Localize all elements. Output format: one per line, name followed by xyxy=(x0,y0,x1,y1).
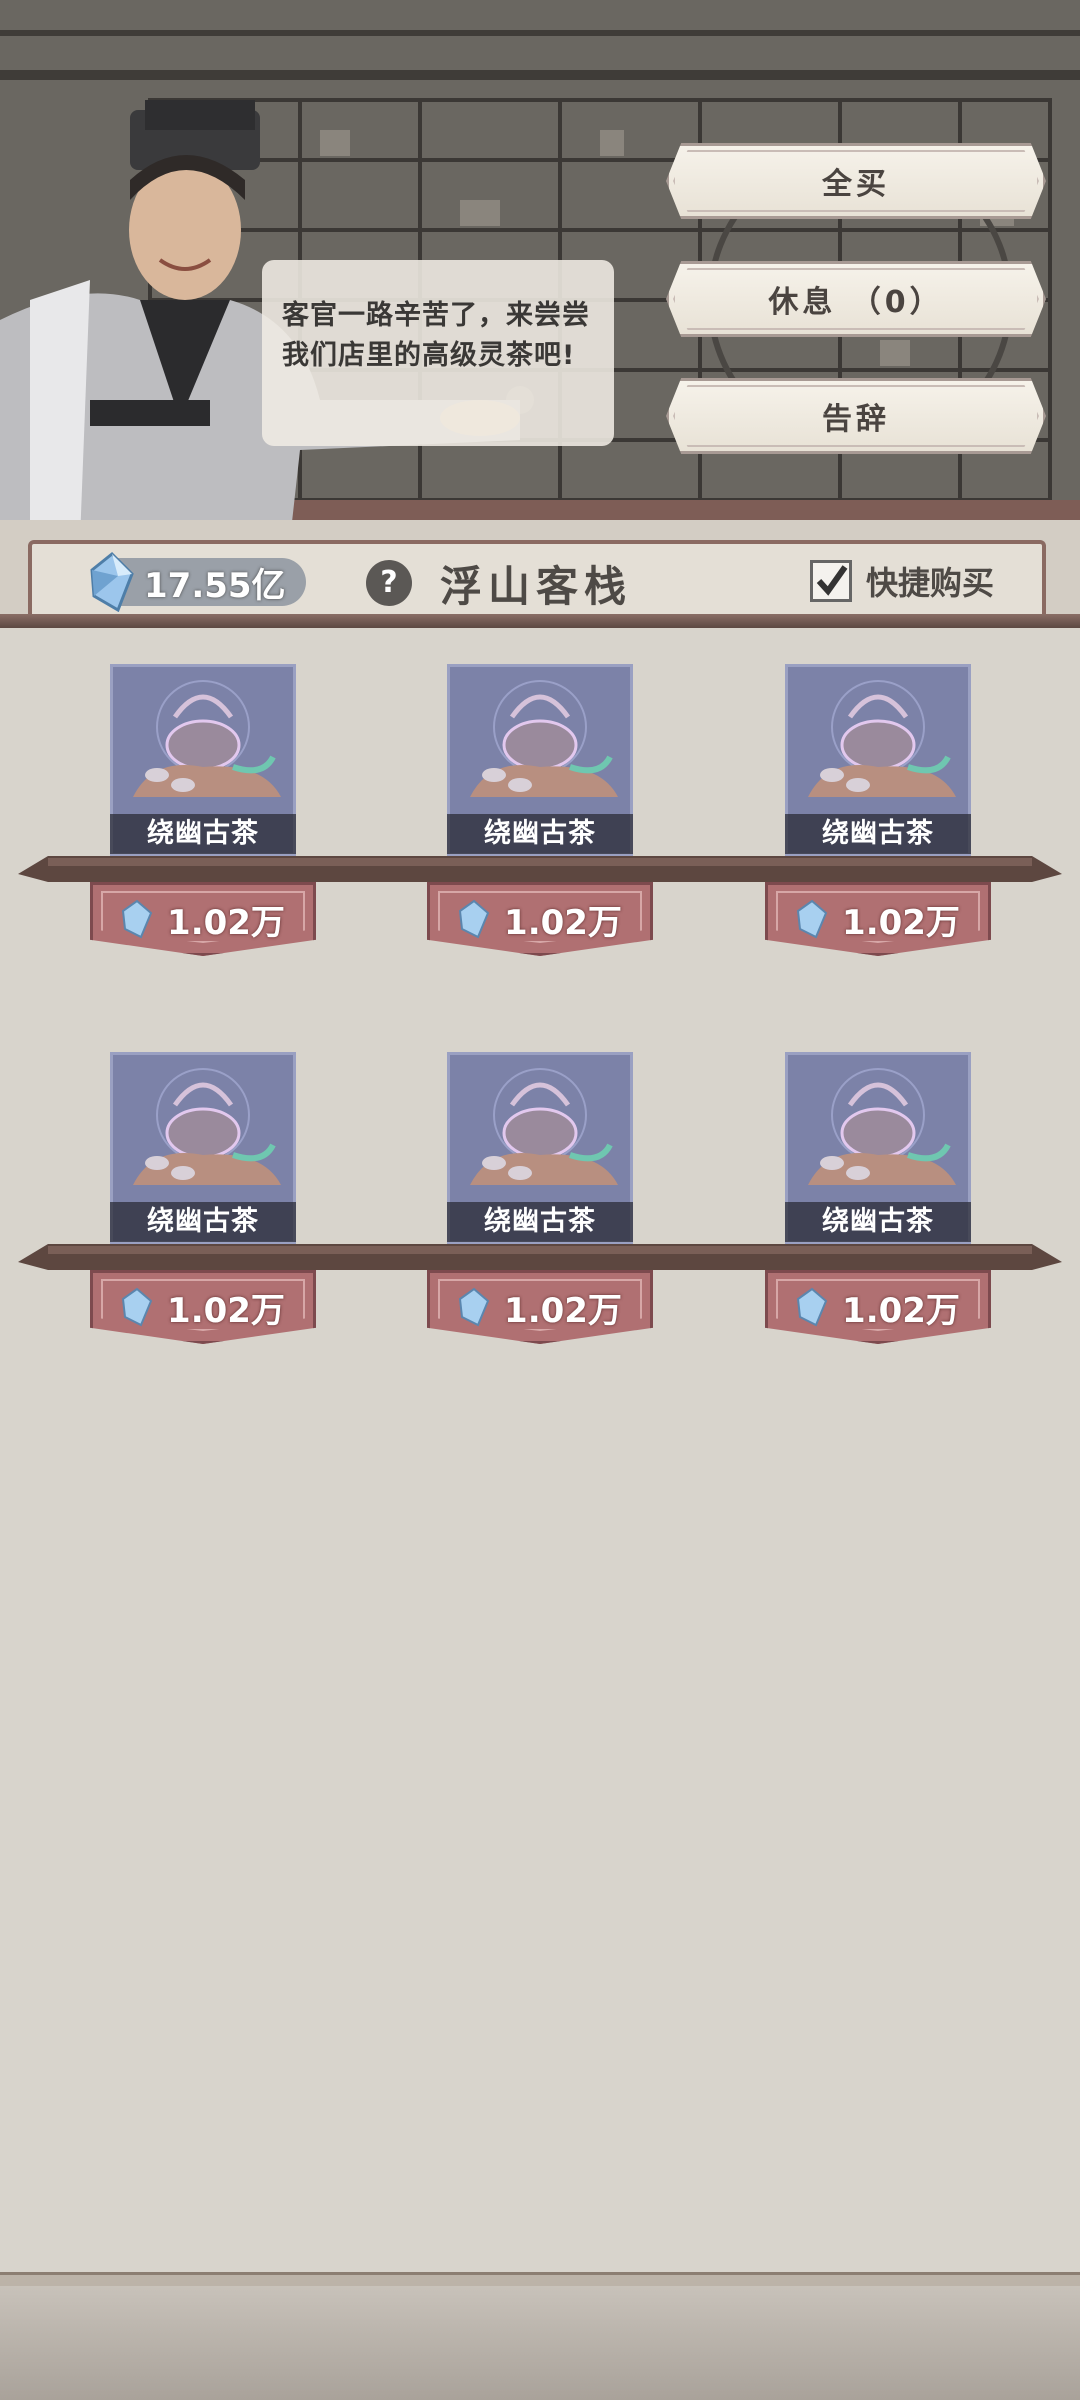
item-price-tag[interactable]: 1.02万 xyxy=(765,1270,991,1344)
item-price-tag[interactable]: 1.02万 xyxy=(427,882,653,956)
npc-dialog-text: 客官一路辛苦了，来尝尝我们店里的高级灵茶吧! xyxy=(282,300,590,371)
currency-display: 17.55亿 xyxy=(90,552,306,612)
buy-all-label: 全买 xyxy=(822,167,890,202)
leave-button[interactable]: 告辞 xyxy=(666,378,1046,454)
currency-amount: 17.55亿 xyxy=(144,565,286,606)
item-name: 绕幽古茶 xyxy=(447,1202,633,1242)
rest-label: 休息 （0） xyxy=(768,285,944,320)
leave-label: 告辞 xyxy=(822,402,890,437)
quick-buy-checkbox[interactable] xyxy=(810,560,852,602)
shop-item[interactable]: 绕幽古茶 1.02万 xyxy=(90,664,316,964)
tea-set-icon xyxy=(808,1068,956,1185)
item-name: 绕幽古茶 xyxy=(447,814,633,854)
item-price-tag[interactable]: 1.02万 xyxy=(90,882,316,956)
checkmark-icon xyxy=(816,565,848,596)
item-price-tag[interactable]: 1.02万 xyxy=(427,1270,653,1344)
shop-item[interactable]: 绕幽古茶 1.02万 xyxy=(427,1052,653,1352)
shop-title: 浮山客栈 xyxy=(440,562,633,611)
tea-set-icon xyxy=(470,680,618,797)
item-name: 绕幽古茶 xyxy=(110,814,296,854)
tea-set-icon xyxy=(133,1068,281,1185)
shop-item[interactable]: 绕幽古茶 1.02万 xyxy=(765,1052,991,1352)
spirit-stone-icon xyxy=(90,552,134,612)
rest-button[interactable]: 休息 （0） xyxy=(666,261,1046,337)
item-price-tag[interactable]: 1.02万 xyxy=(90,1270,316,1344)
tea-set-icon xyxy=(470,1068,618,1185)
shop-item[interactable]: 绕幽古茶 1.02万 xyxy=(427,664,653,964)
tea-set-icon xyxy=(808,680,956,797)
item-name: 绕幽古茶 xyxy=(110,1202,296,1242)
item-name: 绕幽古茶 xyxy=(785,814,971,854)
buy-all-button[interactable]: 全买 xyxy=(666,143,1046,219)
npc-dialog-bubble: 客官一路辛苦了，来尝尝我们店里的高级灵茶吧! xyxy=(262,260,614,446)
shop-item[interactable]: 绕幽古茶 1.02万 xyxy=(90,1052,316,1352)
shop-item[interactable]: 绕幽古茶 1.02万 xyxy=(765,664,991,964)
footer-panel xyxy=(0,2286,1080,2400)
quick-buy-toggle[interactable]: 快捷购买 xyxy=(810,558,994,604)
tea-set-icon xyxy=(133,680,281,797)
item-name: 绕幽古茶 xyxy=(785,1202,971,1242)
help-icon[interactable]: ? xyxy=(366,560,412,606)
item-price-tag[interactable]: 1.02万 xyxy=(765,882,991,956)
quick-buy-label: 快捷购买 xyxy=(866,564,995,602)
